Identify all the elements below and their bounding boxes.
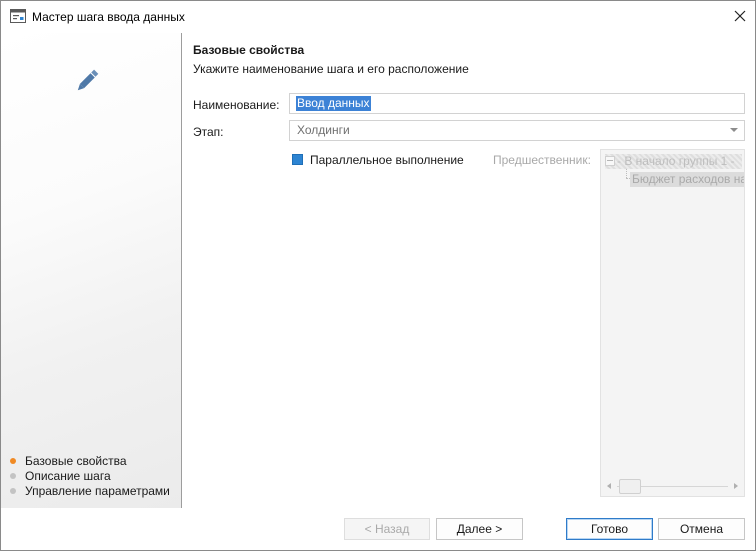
step-active-dot <box>10 458 16 464</box>
wizard-content: Базовые свойства Укажите наименование ша… <box>182 33 755 508</box>
cancel-button[interactable]: Отмена <box>658 518 745 540</box>
scroll-left-icon[interactable] <box>607 483 611 489</box>
wizard-steps: Базовые свойства Описание шага Управлени… <box>9 454 170 499</box>
step-label: Описание шага <box>25 469 111 483</box>
back-button[interactable]: < Назад <box>344 518 430 540</box>
name-input-value: Ввод данных <box>296 96 371 111</box>
scroll-right-icon[interactable] <box>734 483 738 489</box>
parallel-checkbox[interactable] <box>292 154 303 165</box>
window-title: Мастер шага ввода данных <box>32 10 185 24</box>
stage-dropdown-value: Холдинги <box>297 123 350 137</box>
predecessor-label: Предшественник: <box>493 153 591 167</box>
tree-connector <box>626 169 627 178</box>
wizard-window: Мастер шага ввода данных Базовые свойств… <box>0 0 756 551</box>
collapse-icon[interactable] <box>605 156 615 166</box>
step-parameters[interactable]: Управление параметрами <box>9 484 170 499</box>
step-label: Базовые свойства <box>25 454 127 468</box>
predecessor-tree[interactable]: - В начало группы 1 - Бюджет расходов на <box>600 149 745 497</box>
page-title: Базовые свойства <box>193 43 305 57</box>
step-basic-properties[interactable]: Базовые свойства <box>9 454 170 469</box>
stage-label: Этап: <box>193 125 224 139</box>
step-dot <box>10 473 16 479</box>
wizard-sidebar: Базовые свойства Описание шага Управлени… <box>1 33 182 508</box>
name-label: Наименование: <box>193 98 280 112</box>
title-bar: Мастер шага ввода данных <box>1 1 755 33</box>
tree-item-label: Бюджет расходов на <box>632 172 744 186</box>
chevron-down-icon <box>730 128 738 132</box>
pencil-icon <box>77 69 99 91</box>
step-label: Управление параметрами <box>25 484 170 498</box>
step-dot <box>10 488 16 494</box>
stage-dropdown[interactable]: Холдинги <box>289 120 745 141</box>
tree-item-budget[interactable]: Бюджет расходов на <box>630 172 744 187</box>
finish-button[interactable]: Готово <box>566 518 653 540</box>
wizard-window-icon <box>10 9 26 23</box>
horizontal-scrollbar[interactable] <box>603 479 742 494</box>
scroll-thumb[interactable] <box>619 479 641 494</box>
close-icon <box>734 10 746 22</box>
next-button[interactable]: Далее > <box>436 518 523 540</box>
close-button[interactable] <box>727 4 753 28</box>
name-input[interactable]: Ввод данных <box>289 93 745 114</box>
parallel-checkbox-label[interactable]: Параллельное выполнение <box>310 153 464 167</box>
page-subtitle: Укажите наименование шага и его располож… <box>193 62 469 76</box>
step-description[interactable]: Описание шага <box>9 469 170 484</box>
button-bar: < Назад Далее > Готово Отмена <box>1 508 755 550</box>
tree-item-group-start[interactable]: - В начало группы 1 - <box>605 154 742 169</box>
tree-item-label: - В начало группы 1 - <box>617 154 735 168</box>
